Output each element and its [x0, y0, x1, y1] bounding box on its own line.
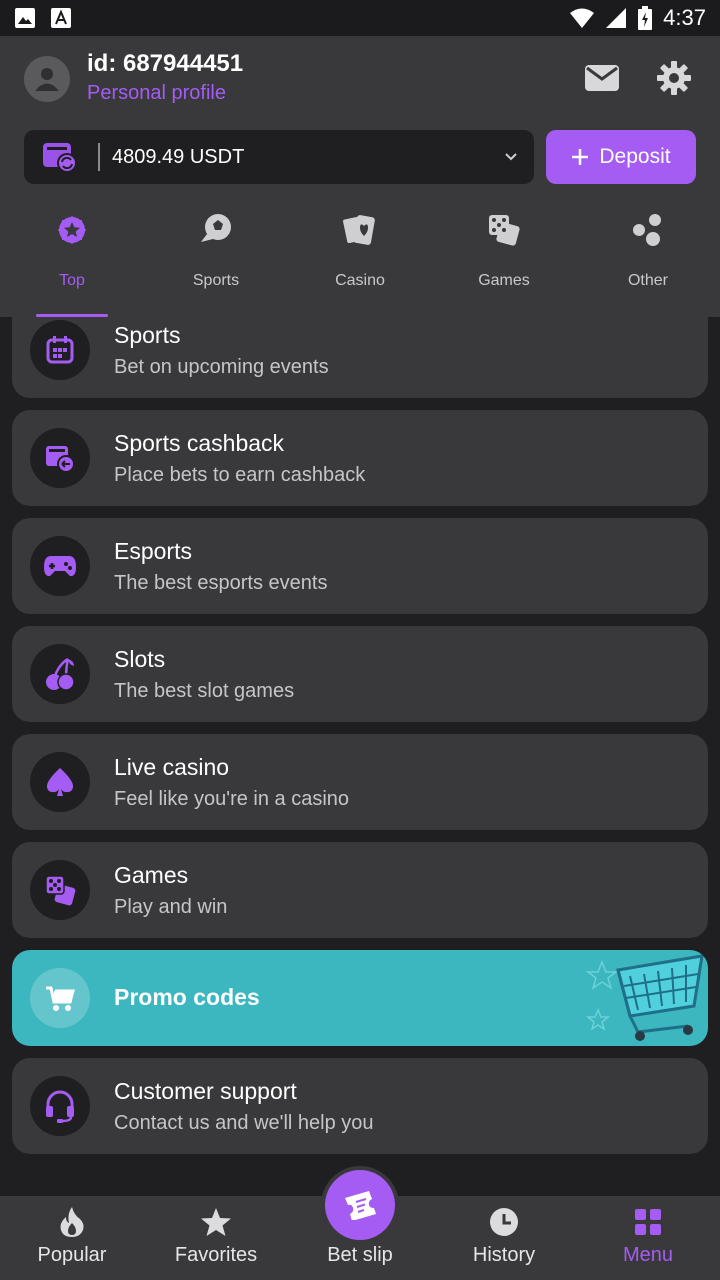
bubbles-icon — [633, 214, 661, 246]
mail-icon — [585, 65, 619, 91]
menu-item-title: Promo codes — [114, 984, 260, 1010]
tab-top-label: Top — [59, 272, 85, 289]
tab-sports-label: Sports — [192, 272, 240, 289]
nav-bet-slip-label: Bet slip — [327, 1244, 393, 1266]
menu-item-games[interactable]: Games Play and win — [12, 842, 708, 938]
menu-item-title: Games — [114, 862, 189, 888]
tab-sports[interactable]: Sports — [144, 202, 288, 317]
bet-slip-button[interactable] — [325, 1170, 395, 1240]
dice-icon — [45, 875, 76, 906]
battery-icon — [638, 6, 653, 30]
image-notification-icon — [15, 8, 35, 28]
nav-popular[interactable]: Popular — [0, 1196, 144, 1280]
tab-casino-label: Casino — [335, 272, 385, 289]
nav-popular-label: Popular — [37, 1244, 107, 1266]
menu-item-subtitle: Place bets to earn cashback — [114, 464, 366, 486]
nav-menu-label: Menu — [622, 1244, 674, 1266]
tab-top[interactable]: Top — [0, 202, 144, 317]
menu-item-subtitle: The best slot games — [114, 680, 295, 702]
status-bar: 4:37 — [0, 0, 720, 36]
shopping-basket-illustration — [585, 954, 704, 1041]
balance-selector[interactable]: 4809.49 USDT — [24, 130, 534, 184]
nav-history[interactable]: History — [432, 1196, 576, 1280]
tab-casino[interactable]: Casino — [288, 202, 432, 317]
tab-other-label: Other — [627, 272, 668, 289]
menu-item-title: Esports — [114, 538, 192, 564]
menu-item-promo-codes[interactable]: Promo codes — [12, 950, 708, 1046]
spade-icon — [47, 768, 73, 796]
font-notification-icon — [51, 8, 71, 28]
menu-item-title: Slots — [114, 646, 166, 672]
divider — [98, 143, 100, 171]
wifi-icon — [570, 8, 595, 28]
menu-item-subtitle: Feel like you're in a casino — [114, 788, 350, 810]
dice-icon — [489, 215, 520, 246]
messages-button[interactable] — [582, 60, 622, 96]
cart-icon — [46, 986, 75, 1011]
personal-profile-link[interactable]: Personal profile — [87, 82, 226, 105]
nav-favorites[interactable]: Favorites — [144, 1196, 288, 1280]
headset-icon — [46, 1090, 74, 1123]
menu-item-title: Live casino — [114, 754, 230, 780]
deposit-button[interactable]: Deposit — [546, 130, 696, 184]
nav-history-label: History — [472, 1244, 536, 1266]
menu-list: Sports Bet on upcoming events Sports cas… — [0, 317, 720, 1196]
deposit-label: Deposit — [599, 145, 671, 168]
profile-header: id: 687944451 Personal profile 4809.49 U… — [0, 36, 720, 317]
menu-item-title: Customer support — [114, 1078, 297, 1104]
menu-item-sports-cashback[interactable]: Sports cashback Place bets to earn cashb… — [12, 410, 708, 506]
menu-item-subtitle: Contact us and we'll help you — [114, 1112, 374, 1134]
clock-time: 4:37 — [663, 5, 706, 30]
menu-item-esports[interactable]: Esports The best esports events — [12, 518, 708, 614]
menu-item-title: Sports cashback — [114, 430, 285, 456]
ticket-icon — [345, 1191, 376, 1220]
menu-item-subtitle: Bet on upcoming events — [114, 356, 329, 378]
nav-favorites-label: Favorites — [174, 1244, 258, 1266]
cashback-icon — [46, 446, 75, 473]
tab-games[interactable]: Games — [432, 202, 576, 317]
balance-amount: 4809.49 USDT — [112, 145, 245, 168]
menu-item-subtitle: Play and win — [114, 896, 228, 918]
cherries-icon — [46, 657, 75, 691]
user-id: id: 687944451 — [87, 50, 244, 77]
avatar[interactable] — [24, 56, 70, 102]
wallet-exchange-icon — [43, 143, 77, 173]
playing-cards-icon — [343, 215, 375, 245]
menu-item-customer-support[interactable]: Customer support Contact us and we'll he… — [12, 1058, 708, 1154]
tab-other[interactable]: Other — [576, 202, 720, 317]
menu-item-title: Sports — [114, 322, 181, 348]
menu-item-slots[interactable]: Slots The best slot games — [12, 626, 708, 722]
grid-icon — [635, 1209, 661, 1235]
user-icon — [35, 68, 59, 91]
gamepad-icon — [44, 556, 76, 577]
menu-item-live-casino[interactable]: Live casino Feel like you're in a casino — [12, 734, 708, 830]
fire-icon — [60, 1207, 84, 1237]
nav-menu[interactable]: Menu — [576, 1196, 720, 1280]
signal-icon — [606, 8, 627, 28]
category-tabs: Top Sports Casino Games Other — [0, 202, 720, 317]
plus-icon — [572, 149, 589, 165]
soccer-ball-icon — [201, 214, 231, 242]
menu-item-subtitle: The best esports events — [114, 572, 328, 594]
badge-star-icon — [57, 215, 87, 245]
tab-games-label: Games — [478, 272, 530, 289]
menu-item-sports[interactable]: Sports Bet on upcoming events — [12, 317, 708, 398]
gear-icon — [657, 61, 691, 95]
chevron-down-icon — [505, 153, 517, 161]
star-icon — [201, 1208, 231, 1236]
clock-icon — [490, 1208, 518, 1236]
settings-button[interactable] — [654, 60, 694, 96]
calendar-icon — [46, 336, 74, 364]
